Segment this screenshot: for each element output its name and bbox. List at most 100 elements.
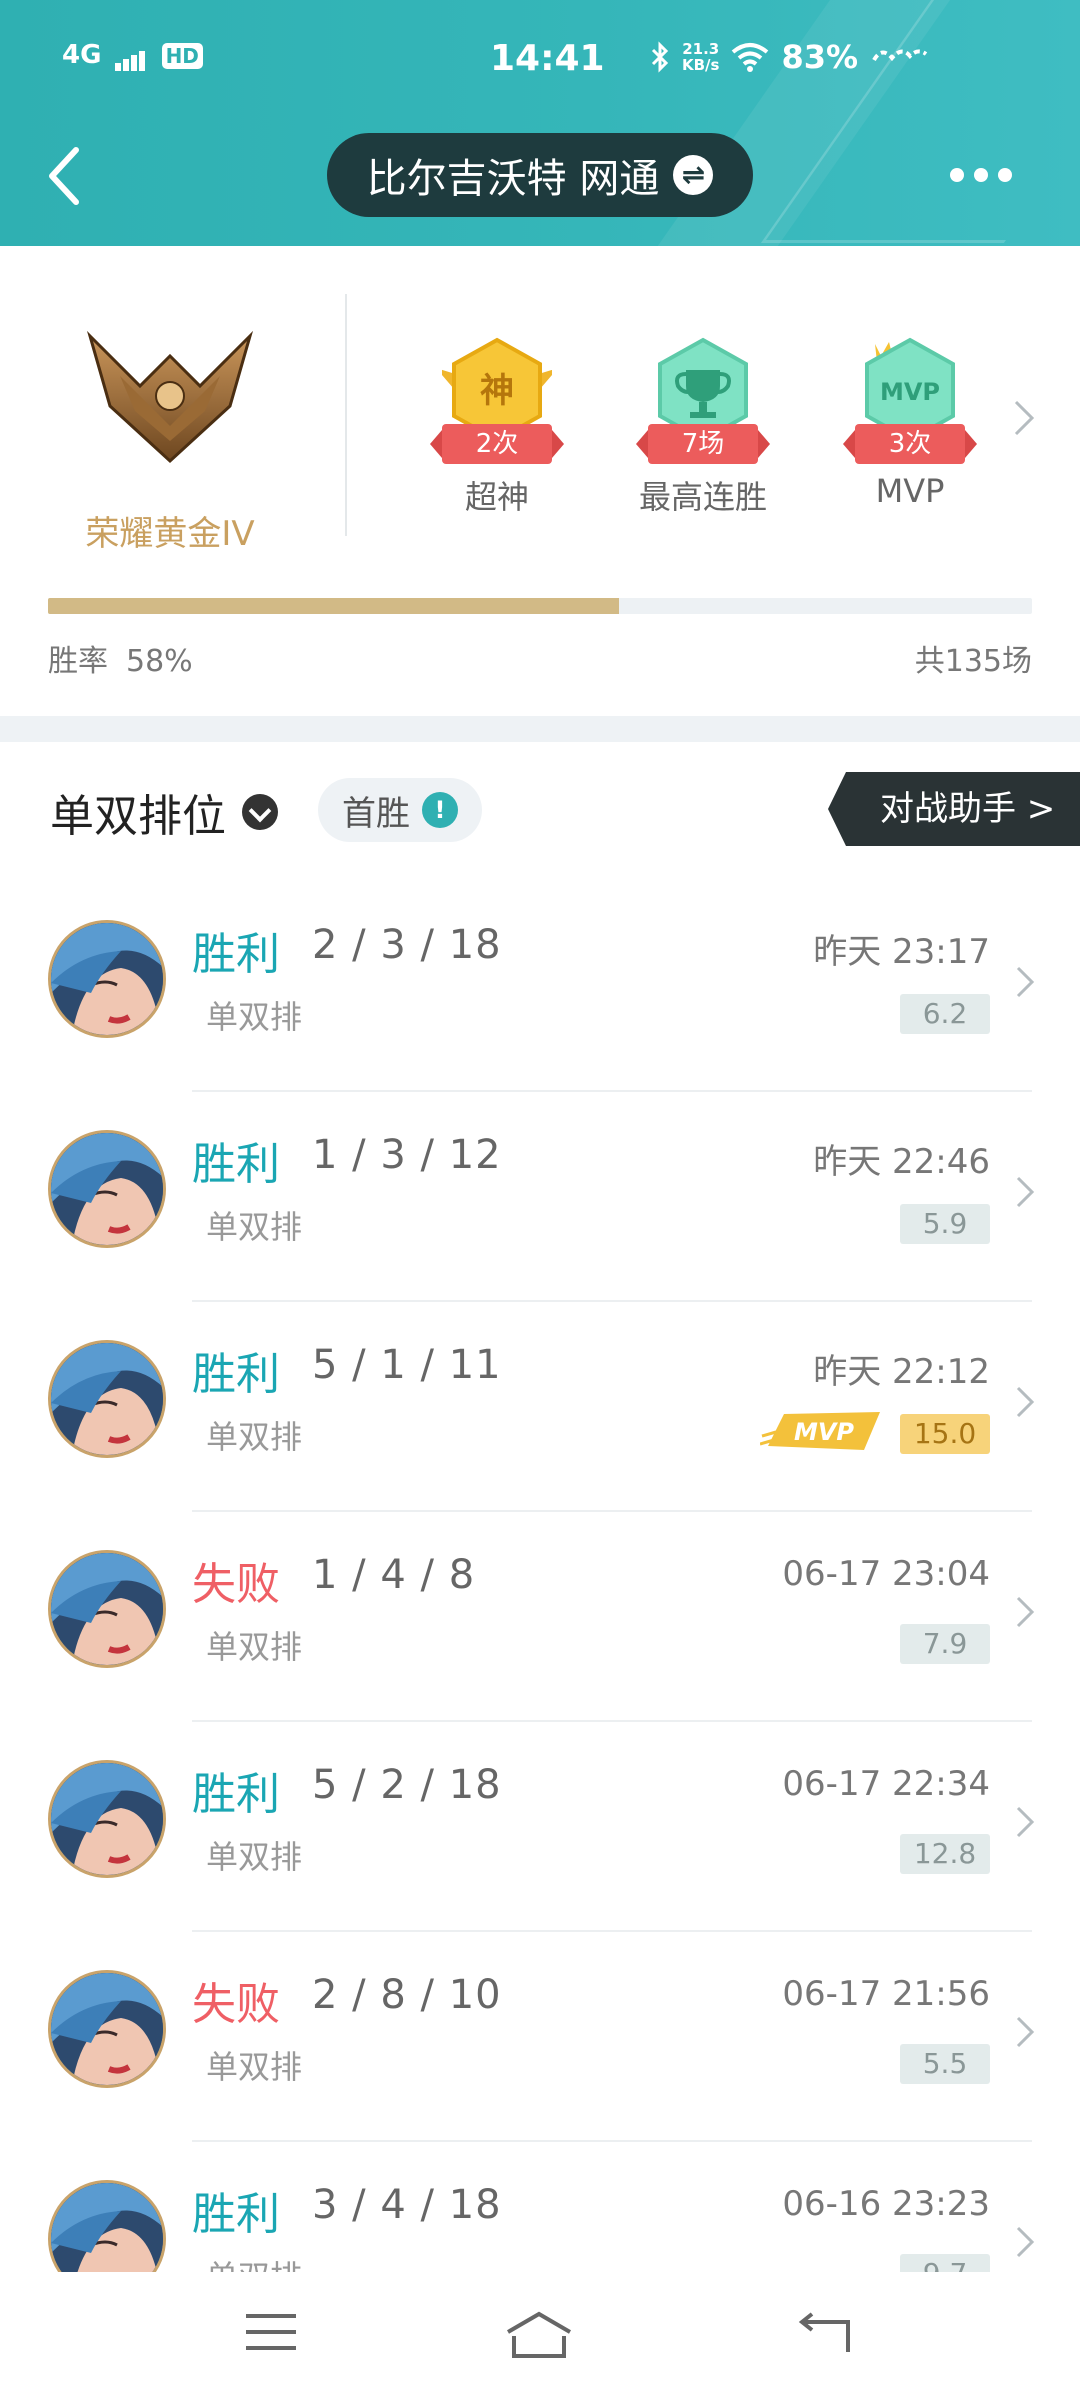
match-score: 7.9 [900, 1624, 990, 1664]
network-speed: 21.3 KB/s [682, 41, 719, 73]
badge-mvp[interactable]: MVP 3次 MVP [815, 336, 1005, 510]
more-options-icon[interactable] [950, 168, 1012, 182]
hero-avatar [48, 2180, 166, 2272]
chevron-right-icon [1016, 2226, 1035, 2258]
signal-bars-icon [114, 41, 147, 71]
match-kda: 2 / 3 / 18 [312, 922, 502, 968]
match-row[interactable]: 胜利 2 / 3 / 18 单双排 昨天 23:17 6.2 [0, 882, 1080, 1092]
winrate-progress-fill [48, 598, 619, 614]
badge-label: MVP [875, 472, 945, 510]
match-time: 昨天 22:46 [813, 1142, 990, 1182]
swap-icon: ⇌ [673, 155, 714, 195]
match-result: 胜利 [192, 1349, 280, 1400]
hero-avatar [48, 1550, 166, 1668]
match-kda: 3 / 4 / 18 [312, 2182, 502, 2228]
match-time: 06-17 22:34 [782, 1764, 990, 1804]
match-result: 失败 [192, 1979, 280, 2030]
back-arrow-icon[interactable] [44, 146, 84, 206]
status-right: 21.3 KB/s 83% [650, 38, 930, 76]
vertical-divider [345, 294, 347, 536]
speed-unit: KB/s [682, 56, 720, 74]
chevron-right-icon [1016, 1176, 1035, 1208]
match-mode: 单双排 [206, 1838, 303, 1876]
hero-avatar [48, 1970, 166, 2088]
match-mode: 单双排 [206, 1208, 303, 1246]
match-time: 06-17 23:04 [782, 1554, 990, 1594]
chevron-right-icon [1016, 2016, 1035, 2048]
match-score: 5.9 [900, 1204, 990, 1244]
mode-dropdown[interactable]: 单双排位 [50, 780, 278, 844]
info-icon: ! [422, 792, 458, 828]
match-mode: 单双排 [206, 2252, 302, 2272]
svg-text:MVP: MVP [794, 1418, 854, 1446]
filter-bar: 单双排位 首胜 ! 对战助手 > [0, 742, 1080, 882]
match-result: 胜利 [192, 2189, 280, 2240]
hero-avatar [48, 1130, 166, 1248]
match-score: 6.2 [900, 994, 990, 1034]
bluetooth-icon [651, 41, 669, 73]
status-bar: 4G HD 14:41 21.3 KB/s 83% [0, 0, 1080, 122]
server-name: 比尔吉沃特 网通 [366, 156, 660, 202]
match-row[interactable]: 失败 1 / 4 / 8 单双排 06-17 23:04 7.9 [0, 1512, 1080, 1722]
chevron-right-icon [1016, 1596, 1035, 1628]
signal-indicator: 4G HD [62, 40, 203, 71]
match-row[interactable]: 失败 2 / 8 / 10 单双排 06-17 21:56 5.5 [0, 1932, 1080, 2142]
match-time: 昨天 22:12 [813, 1352, 990, 1392]
chevron-right-icon [1016, 966, 1035, 998]
first-win-chip[interactable]: 首胜 ! [318, 778, 482, 842]
match-row[interactable]: 胜利 5 / 1 / 11 单双排 昨天 22:12 MVP 15.0 [0, 1302, 1080, 1512]
winrate: 胜率 58% [48, 636, 193, 680]
badge-count: 3次 [843, 424, 977, 464]
match-kda: 1 / 4 / 8 [312, 1552, 476, 1598]
badge-label: 超神 [464, 478, 529, 516]
chevron-right-icon[interactable] [1012, 398, 1036, 438]
match-result: 失败 [192, 1559, 280, 1610]
chevron-right-icon [1016, 1806, 1035, 1838]
winrate-value: 58% [126, 644, 193, 679]
match-score: 9.7 [900, 2254, 990, 2272]
match-time: 昨天 23:17 [813, 932, 990, 972]
match-result: 胜利 [192, 929, 280, 980]
rank-name: 荣耀黄金IV [85, 514, 255, 554]
total-games: 共135场 [914, 644, 1032, 679]
back-icon[interactable] [796, 2310, 854, 2356]
match-score: 5.5 [900, 2044, 990, 2084]
match-result: 胜利 [192, 1139, 280, 1190]
first-win-label: 首胜 [342, 793, 410, 834]
match-row[interactable]: 胜利 3 / 4 / 18 单双排 06-16 23:23 9.7 [0, 2142, 1080, 2272]
server-switcher[interactable]: 比尔吉沃特 网通 ⇌ [327, 133, 753, 217]
badge-count: 7场 [636, 424, 770, 464]
match-kda: 2 / 8 / 10 [312, 1972, 502, 2018]
wifi-icon [732, 43, 769, 72]
badge-win-streak[interactable]: 7场 最高连胜 [608, 336, 798, 518]
mode-label: 单双排位 [50, 791, 226, 842]
match-kda: 5 / 2 / 18 [312, 1762, 502, 1808]
system-nav-bar [0, 2272, 1080, 2400]
svg-text:神: 神 [480, 371, 514, 411]
hero-avatar [48, 920, 166, 1038]
match-mode: 单双排 [206, 2048, 303, 2086]
mvp-badge-icon: MVP [760, 1412, 880, 1450]
svg-text:MVP: MVP [880, 378, 940, 406]
chevron-right-icon [1016, 1386, 1035, 1418]
menu-icon[interactable] [244, 2310, 298, 2354]
status-time: 14:41 [490, 38, 605, 79]
match-row[interactable]: 胜利 1 / 3 / 12 单双排 昨天 22:46 5.9 [0, 1092, 1080, 1302]
match-score: 15.0 [900, 1414, 990, 1454]
match-kda: 5 / 1 / 11 [312, 1342, 502, 1388]
battery-icon [872, 49, 928, 62]
match-result: 胜利 [192, 1769, 280, 1820]
speed-value: 21.3 [682, 40, 720, 58]
badge-label: 最高连胜 [638, 478, 767, 516]
match-row[interactable]: 胜利 5 / 2 / 18 单双排 06-17 22:34 12.8 [0, 1722, 1080, 1932]
badge-count: 2次 [430, 424, 564, 464]
battle-assistant-button[interactable]: 对战助手 > [828, 772, 1080, 846]
home-icon[interactable] [504, 2310, 574, 2360]
match-list: 胜利 2 / 3 / 18 单双排 昨天 23:17 6.2 胜利 1 / 3 … [0, 882, 1080, 2272]
match-mode: 单双排 [206, 1418, 303, 1456]
rank-card: 荣耀黄金IV 神 2次 超神 7场 最高连胜 MVP 3次 MVP 胜率 58%… [0, 246, 1080, 716]
match-time: 06-17 21:56 [782, 1974, 990, 2014]
gold-rank-emblem-icon [86, 330, 254, 464]
badge-legendary[interactable]: 神 2次 超神 [402, 336, 592, 518]
hero-avatar [48, 1340, 166, 1458]
